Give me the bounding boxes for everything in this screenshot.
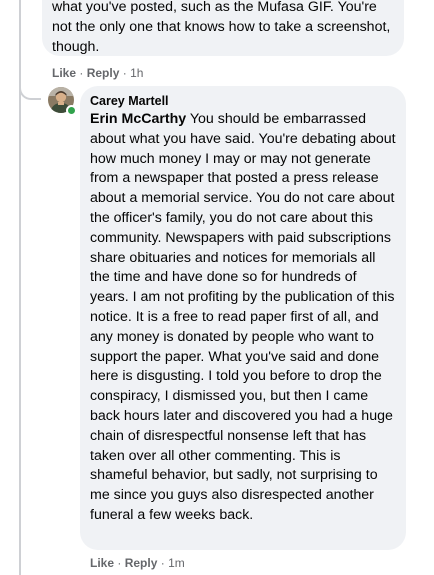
reply-button[interactable]: Reply — [125, 556, 158, 570]
previous-comment-bubble: what you've posted, such as the Mufasa G… — [42, 0, 404, 56]
reply-button[interactable]: Reply — [87, 66, 120, 80]
comment-author-name[interactable]: Carey Martell — [90, 93, 396, 109]
separator-dot: · — [117, 556, 125, 570]
commenter-avatar[interactable] — [48, 87, 77, 116]
separator-dot: · — [122, 66, 131, 80]
like-button[interactable]: Like — [52, 66, 76, 80]
mention-link[interactable]: Erin McCarthy — [90, 111, 186, 127]
comment-timestamp[interactable]: 1m — [168, 556, 185, 570]
previous-comment-text: what you've posted, such as the Mufasa G… — [52, 0, 391, 55]
thread-reply-connector — [19, 70, 41, 100]
separator-dot: · — [160, 556, 169, 570]
previous-comment-actions: Like · Reply · 1h — [52, 65, 143, 81]
comment-text: You should be embarrassed about what you… — [90, 111, 396, 523]
like-button[interactable]: Like — [90, 556, 114, 570]
comment-timestamp[interactable]: 1h — [130, 66, 143, 80]
separator-dot: · — [79, 66, 87, 80]
comment-body: Erin McCarthy You should be embarrassed … — [90, 111, 396, 523]
reply-comment-actions: Like · Reply · 1m — [90, 555, 185, 571]
online-status-indicator — [66, 105, 77, 116]
reply-comment-bubble: Carey Martell Erin McCarthy You should b… — [80, 86, 406, 550]
comment-thread: what you've posted, such as the Mufasa G… — [0, 0, 434, 575]
